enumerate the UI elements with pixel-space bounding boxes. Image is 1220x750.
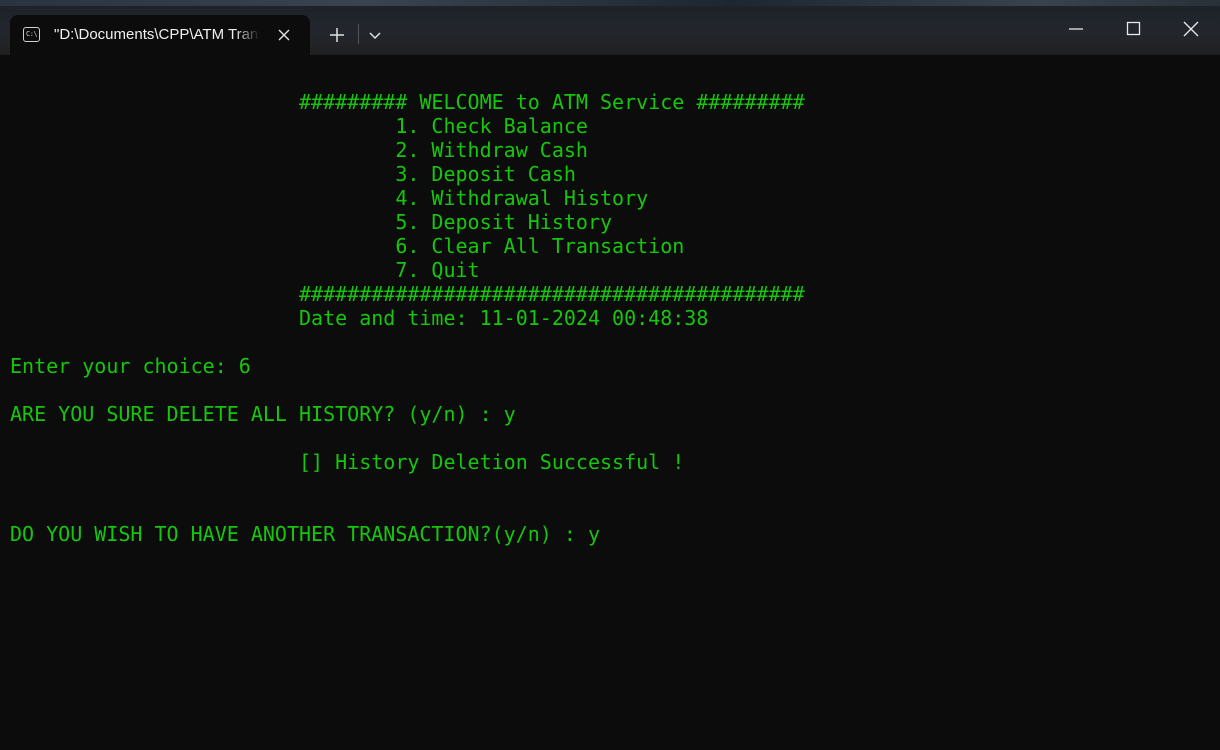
- tab-title: "D:\Documents\CPP\ATM Transaction: [54, 26, 260, 43]
- maximize-icon[interactable]: [1110, 8, 1156, 48]
- another-transaction-prompt: DO YOU WISH TO HAVE ANOTHER TRANSACTION?…: [10, 522, 601, 546]
- menu-option: 7. Quit: [10, 258, 480, 282]
- confirm-delete-prompt: ARE YOU SURE DELETE ALL HISTORY? (y/n) :…: [10, 402, 516, 426]
- menu-option: 1. Check Balance: [10, 114, 588, 138]
- menu-option: 2. Withdraw Cash: [10, 138, 588, 162]
- menu-option: 4. Withdrawal History: [10, 186, 649, 210]
- chevron-down-icon[interactable]: [364, 24, 386, 46]
- menu-option: 6. Clear All Transaction: [10, 234, 685, 258]
- date-time-line: Date and time: 11-01-2024 00:48:38: [10, 306, 709, 330]
- choice-prompt: Enter your choice: 6: [10, 354, 251, 378]
- new-tab-plus-icon[interactable]: [326, 24, 348, 46]
- menu-option: 5. Deposit History: [10, 210, 613, 234]
- close-tab-icon[interactable]: [274, 25, 294, 45]
- close-window-icon[interactable]: [1168, 8, 1214, 48]
- terminal-window: C:\ "D:\Documents\CPP\ATM Transaction: [0, 0, 1220, 750]
- minimize-icon[interactable]: [1053, 8, 1099, 48]
- terminal-tab[interactable]: C:\ "D:\Documents\CPP\ATM Transaction: [10, 15, 310, 55]
- success-message: [] History Deletion Successful !: [10, 450, 685, 474]
- terminal-output[interactable]: ######### WELCOME to ATM Service #######…: [0, 55, 1220, 750]
- title-bar: C:\ "D:\Documents\CPP\ATM Transaction: [0, 0, 1220, 55]
- desktop-background-strip: [0, 0, 1220, 6]
- console-icon: C:\: [23, 27, 40, 42]
- menu-footer: ########################################…: [10, 282, 805, 306]
- tab-divider: [358, 24, 359, 44]
- menu-option: 3. Deposit Cash: [10, 162, 576, 186]
- menu-header: ######### WELCOME to ATM Service #######…: [10, 90, 805, 114]
